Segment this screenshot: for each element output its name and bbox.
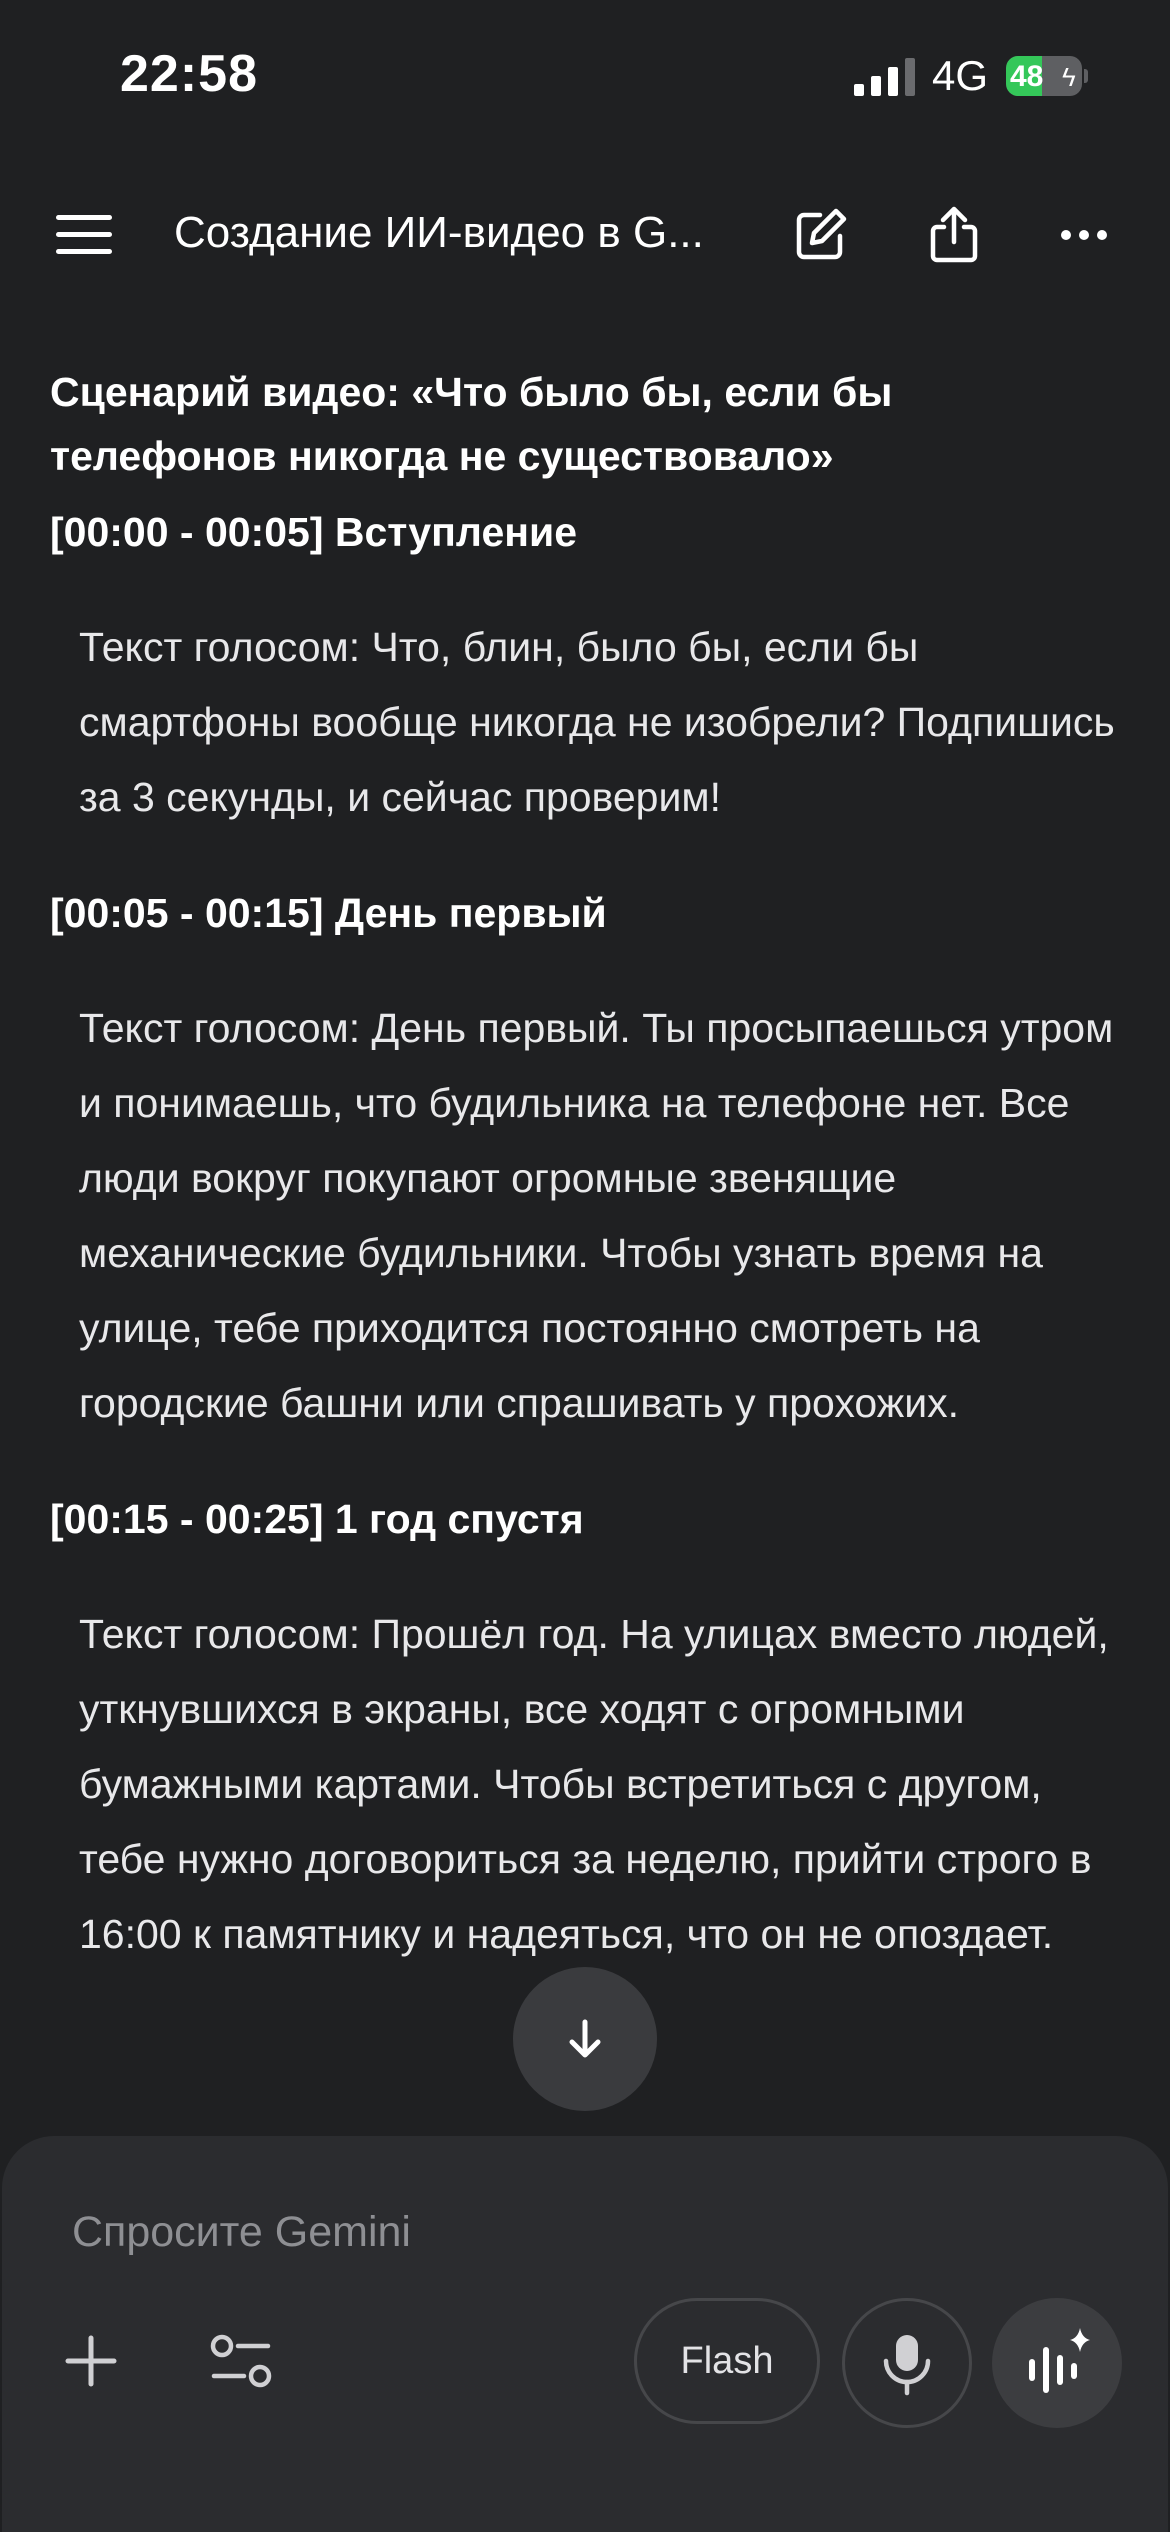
battery-percent: 48: [1010, 60, 1044, 93]
charging-bolt-icon: ϟ: [1062, 62, 1076, 92]
section-text: Текст голосом: Прошёл год. На улицах вме…: [79, 1611, 1109, 1957]
section-heading: [00:15 - 00:25] 1 год спустя: [50, 1496, 584, 1542]
live-mode-button[interactable]: [992, 2298, 1122, 2428]
add-icon[interactable]: [60, 2330, 122, 2392]
arrow-down-icon: [569, 2019, 601, 2058]
new-chat-icon[interactable]: [790, 205, 850, 265]
script-title: Сценарий видео: «Что было бы, если бы те…: [50, 369, 893, 479]
section-text: Текст голосом: День первый. Ты просыпаеш…: [79, 1005, 1114, 1426]
section-text: Текст голосом: Что, блин, было бы, если …: [79, 624, 1115, 820]
signal-strength-icon: [854, 58, 915, 96]
status-bar: 22:58 4G 48 ϟ: [0, 0, 1170, 150]
microphone-icon: [883, 2335, 931, 2396]
app-header: Создание ИИ-видео в G...: [0, 190, 1170, 280]
status-time: 22:58: [120, 45, 258, 103]
more-icon[interactable]: [1054, 205, 1114, 265]
network-type: 4G: [932, 52, 989, 99]
sparkle-waveform-icon: [1029, 2328, 1090, 2393]
microphone-button[interactable]: [842, 2298, 972, 2428]
tools-icon[interactable]: [208, 2330, 274, 2392]
section-heading: [00:00 - 00:05] Вступление: [50, 509, 578, 555]
menu-icon[interactable]: [56, 215, 112, 255]
share-icon[interactable]: [924, 205, 984, 265]
response-content: Сценарий видео: «Что было бы, если бы те…: [0, 350, 1170, 2020]
prompt-input[interactable]: Спросите Gemini: [72, 2208, 1072, 2257]
model-selector-button[interactable]: Flash: [634, 2298, 820, 2424]
prompt-composer: Спросите Gemini Flash: [2, 2136, 1168, 2532]
section-heading: [00:05 - 00:15] День первый: [50, 890, 607, 936]
battery-indicator: 48 ϟ: [1006, 56, 1088, 96]
scroll-down-button[interactable]: [513, 1967, 657, 2111]
chat-title[interactable]: Создание ИИ-видео в G...: [174, 208, 734, 258]
